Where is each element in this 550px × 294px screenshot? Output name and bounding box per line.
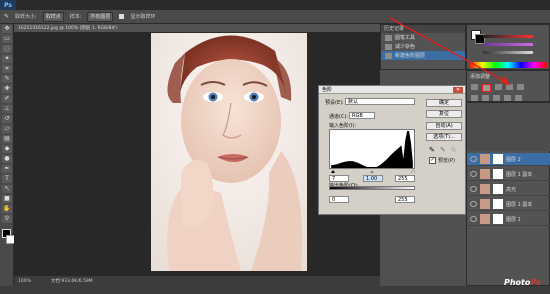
lasso-tool-icon[interactable]: ◌ [2,45,12,53]
white-eyedropper-icon[interactable]: ✎ [451,146,457,154]
crop-tool-icon[interactable]: ⌗ [2,65,12,73]
watermark: PhotoPs [504,278,541,287]
status-bar: 100% 文档:933.6K/6.59M [14,276,380,286]
brush-tool-icon[interactable]: ✐ [2,95,12,103]
eyedropper-icon[interactable]: ✎ [4,13,9,20]
options-button[interactable]: 选项(T)... [426,133,462,141]
sample-size-label: 取样大小: [15,14,37,20]
dodge-tool-icon[interactable]: ● [2,155,12,163]
zoom-tool-icon[interactable]: ⚲ [2,215,12,223]
document-tab-title: 16251416122.jpg @ 100% (图层 1, RGB/8#) [18,26,118,31]
vibrance-icon[interactable] [517,84,524,90]
path-select-tool-icon[interactable]: ↖ [2,185,12,193]
input-levels-label: 输入色阶(I): [329,123,357,129]
input-gamma-field[interactable]: 1.00 [363,175,383,182]
show-ring-checkbox[interactable] [119,14,125,19]
layer-thumbnail [480,199,490,209]
eye-icon[interactable] [470,216,477,222]
shape-tool-icon[interactable]: ■ [2,195,12,203]
layer-label: 高光 [506,186,517,193]
watermark-text-accent: Ps [530,278,541,287]
eye-icon[interactable] [470,186,477,192]
document-size: 文档:933.6K/6.59M [50,279,93,284]
eyedropper-tool-icon[interactable]: ✎ [2,75,12,83]
layers-panel: 图层 2 图层 1 副本 高光 图层 1 副本 图层 1 [466,102,550,286]
blur-tool-icon[interactable]: ◆ [2,145,12,153]
preset-label: 预设(E): [325,100,344,106]
layer-row[interactable]: 图层 1 副本 [467,198,550,211]
layer-thumbnail [480,169,490,179]
preset-select[interactable]: 默认 [345,98,415,105]
output-gradient[interactable] [329,186,415,190]
ok-button[interactable]: 确定 [426,99,462,107]
input-white-field[interactable]: 255 [395,175,415,182]
quick-select-tool-icon[interactable]: ✦ [2,55,12,63]
histogram [329,129,415,169]
move-tool-icon[interactable]: ✥ [2,25,12,33]
layers-toolbar [467,103,550,151]
watermark-text: Photo [504,278,531,287]
layer-label: 图层 2 [506,156,521,163]
black-eyedropper-icon[interactable]: ✎ [429,146,435,154]
layer-label: 图层 1 副本 [506,171,533,178]
show-ring-label: 显示取样环 [130,14,156,20]
stamp-tool-icon[interactable]: ⊥ [2,105,12,113]
document-tab[interactable]: 16251416122.jpg @ 100% (图层 1, RGB/8#) [14,24,380,33]
sample-select[interactable]: 所有图层 [87,11,114,22]
levels-dialog: 色阶 ✕ 预设(E): 默认 通道(C): RGB 输入色阶(I): 7 1.0… [318,85,466,215]
pen-tool-icon[interactable]: ✒ [2,165,12,173]
close-icon[interactable]: ✕ [453,87,463,93]
layer-label: 图层 1 副本 [506,201,533,208]
output-white-field[interactable]: 255 [395,196,415,203]
layer-mask-thumbnail [493,154,503,164]
layer-mask-thumbnail [493,214,503,224]
dialog-title: 色阶 [319,86,465,94]
layer-mask-thumbnail [493,169,503,179]
marquee-tool-icon[interactable]: ▭ [2,35,12,43]
input-black-field[interactable]: 7 [329,175,349,182]
document-photo[interactable] [151,33,307,271]
history-brush-tool-icon[interactable]: ↺ [2,115,12,123]
hand-tool-icon[interactable]: ✋ [2,205,12,213]
layer-row[interactable]: 图层 1 [467,213,550,226]
healing-tool-icon[interactable]: ✚ [2,85,12,93]
auto-button[interactable]: 自动(A) [426,122,462,130]
preview-label: 预览(P) [438,158,455,164]
eye-icon[interactable] [470,156,477,162]
layer-mask-thumbnail [493,184,503,194]
channel-label: 通道(C): [329,114,349,120]
preview-checkbox[interactable]: ✓ [429,157,436,164]
type-tool-icon[interactable]: T [2,175,12,183]
app-logo: Ps [0,0,16,10]
annotation-arrow [389,17,510,86]
eraser-tool-icon[interactable]: ▱ [2,125,12,133]
layer-row[interactable]: 高光 [467,183,550,196]
reset-button[interactable]: 复位 [426,110,462,118]
channel-select[interactable]: RGB [349,112,375,119]
layer-label: 图层 1 [506,216,521,223]
sample-size-select[interactable]: 取样点 [42,11,64,22]
layer-mask-thumbnail [493,199,503,209]
gray-eyedropper-icon[interactable]: ✎ [440,146,446,154]
sample-label: 样本: [69,14,82,20]
portrait-image [151,33,307,271]
layer-row[interactable]: 图层 1 副本 [467,168,550,181]
tools-panel: ✥ ▭ ◌ ✦ ⌗ ✎ ✚ ✐ ⊥ ↺ ▱ ▤ ◆ ● ✒ T ↖ ■ ✋ ⚲ [0,24,15,286]
eye-icon[interactable] [470,201,477,207]
gradient-tool-icon[interactable]: ▤ [2,135,12,143]
output-black-field[interactable]: 0 [329,196,349,203]
layer-thumbnail [480,214,490,224]
eye-icon[interactable] [470,171,477,177]
menu-bar: Ps [0,0,550,10]
layer-thumbnail [480,154,490,164]
input-slider-track[interactable] [329,170,415,173]
layer-row[interactable]: 图层 2 [467,153,550,166]
layer-thumbnail [480,184,490,194]
zoom-level[interactable]: 100% [18,279,31,284]
